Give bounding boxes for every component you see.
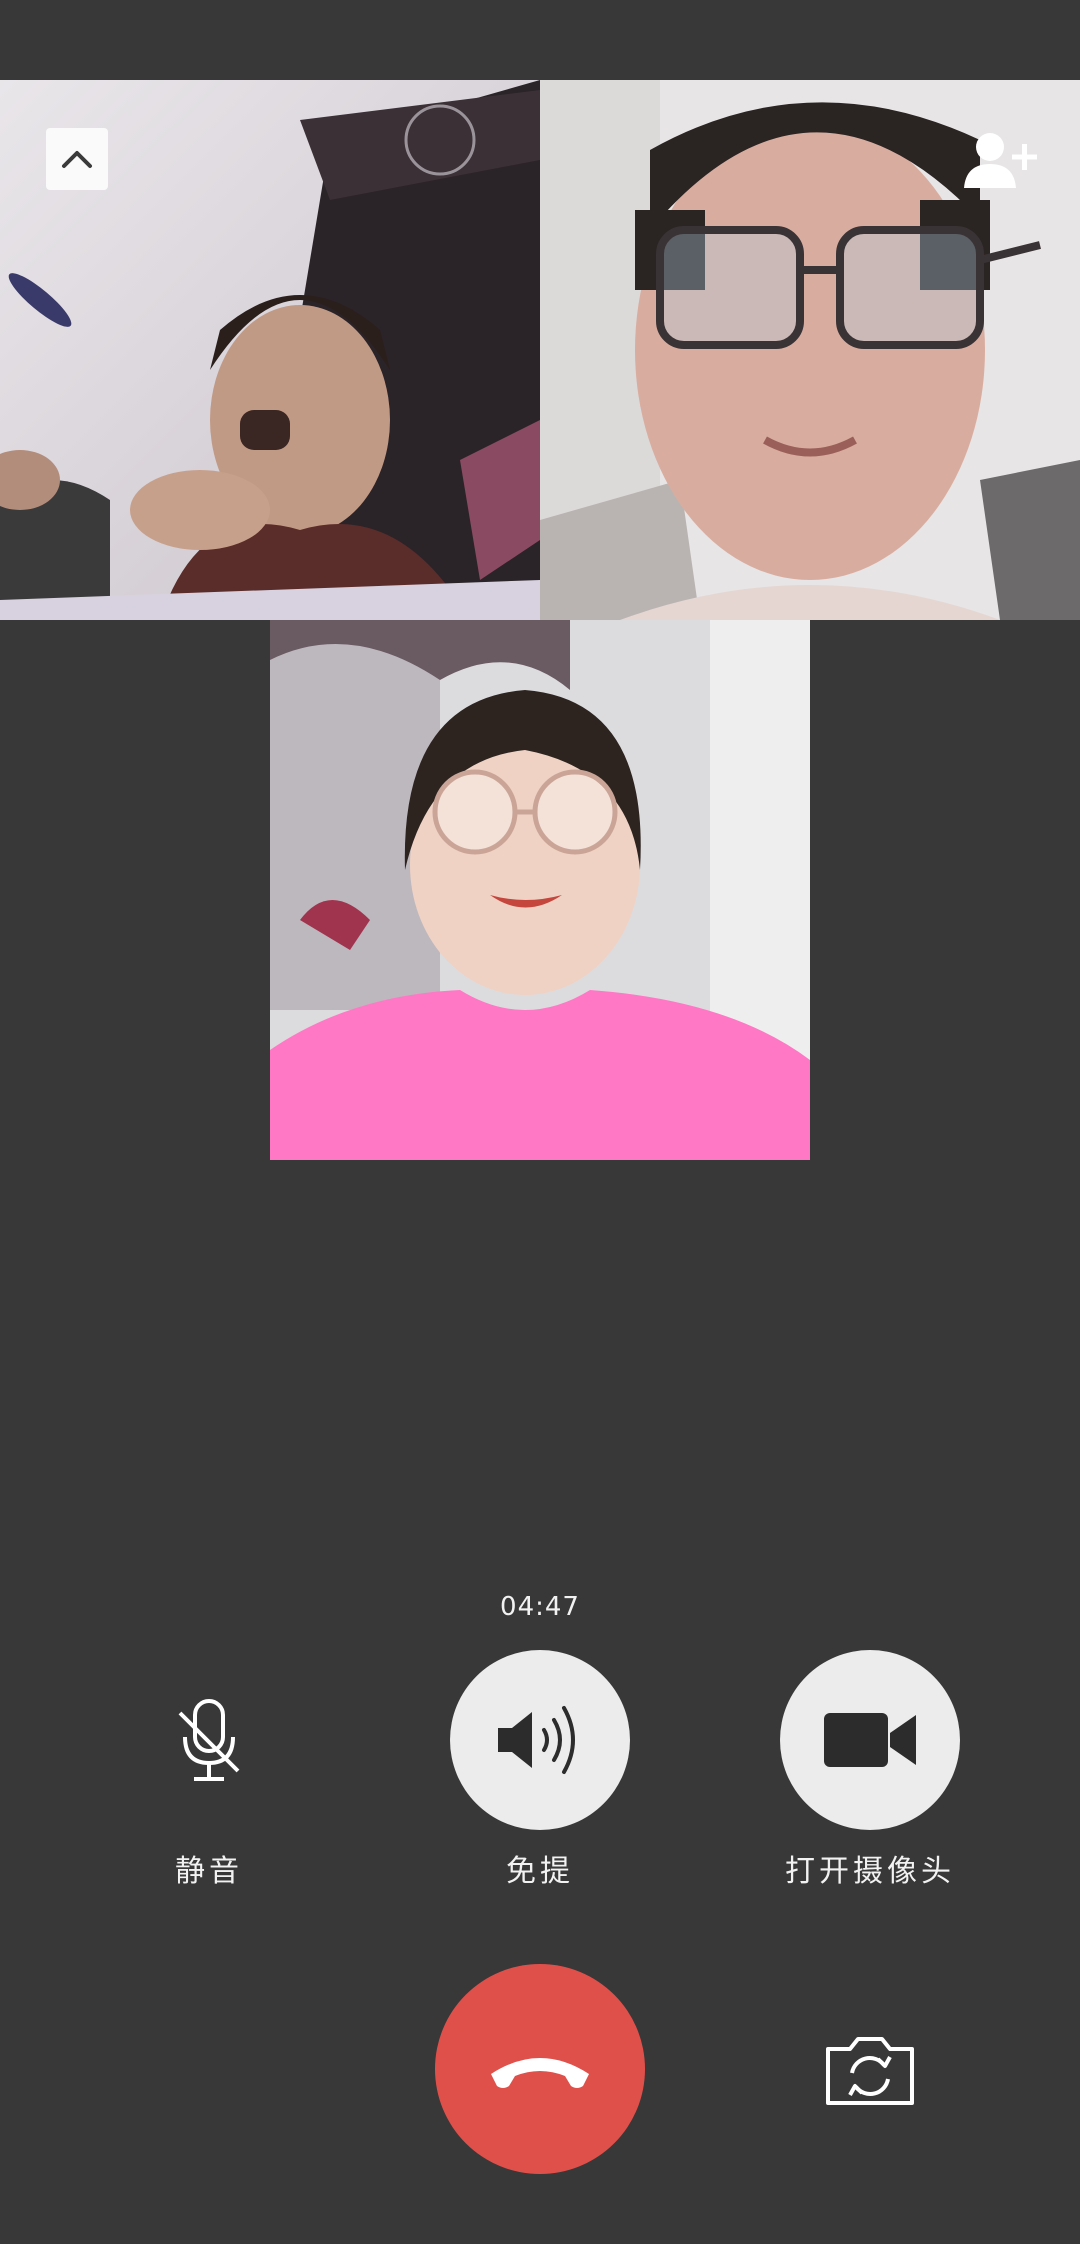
- chevron-up-icon: [62, 151, 92, 168]
- participant-video-3[interactable]: [270, 620, 810, 1160]
- mute-button[interactable]: [119, 1650, 299, 1830]
- mic-off-icon: [178, 1699, 240, 1781]
- hangup-button[interactable]: [435, 1964, 645, 2174]
- add-person-icon: [964, 133, 1037, 188]
- call-timer: 04:47: [500, 1592, 580, 1622]
- speaker-button[interactable]: [450, 1650, 630, 1830]
- mute-control: 静音: [89, 1650, 329, 1890]
- switch-camera-button[interactable]: [810, 2020, 930, 2120]
- add-member-button[interactable]: [960, 128, 1044, 192]
- video-camera-icon: [824, 1713, 916, 1767]
- status-bar: [0, 0, 1080, 80]
- camera-button[interactable]: [780, 1650, 960, 1830]
- collapse-button[interactable]: [46, 128, 108, 190]
- mute-label: 静音: [175, 1854, 243, 1889]
- camera-control: 打开摄像头: [750, 1650, 990, 1890]
- camera-label: 打开摄像头: [785, 1854, 955, 1889]
- speaker-icon: [498, 1706, 575, 1774]
- speaker-control: 免提: [420, 1650, 660, 1890]
- switch-camera-icon: [826, 2037, 914, 2105]
- speaker-label: 免提: [506, 1854, 574, 1889]
- phone-hangup-icon: [491, 2058, 589, 2088]
- participant-video-3-image: [270, 620, 810, 1160]
